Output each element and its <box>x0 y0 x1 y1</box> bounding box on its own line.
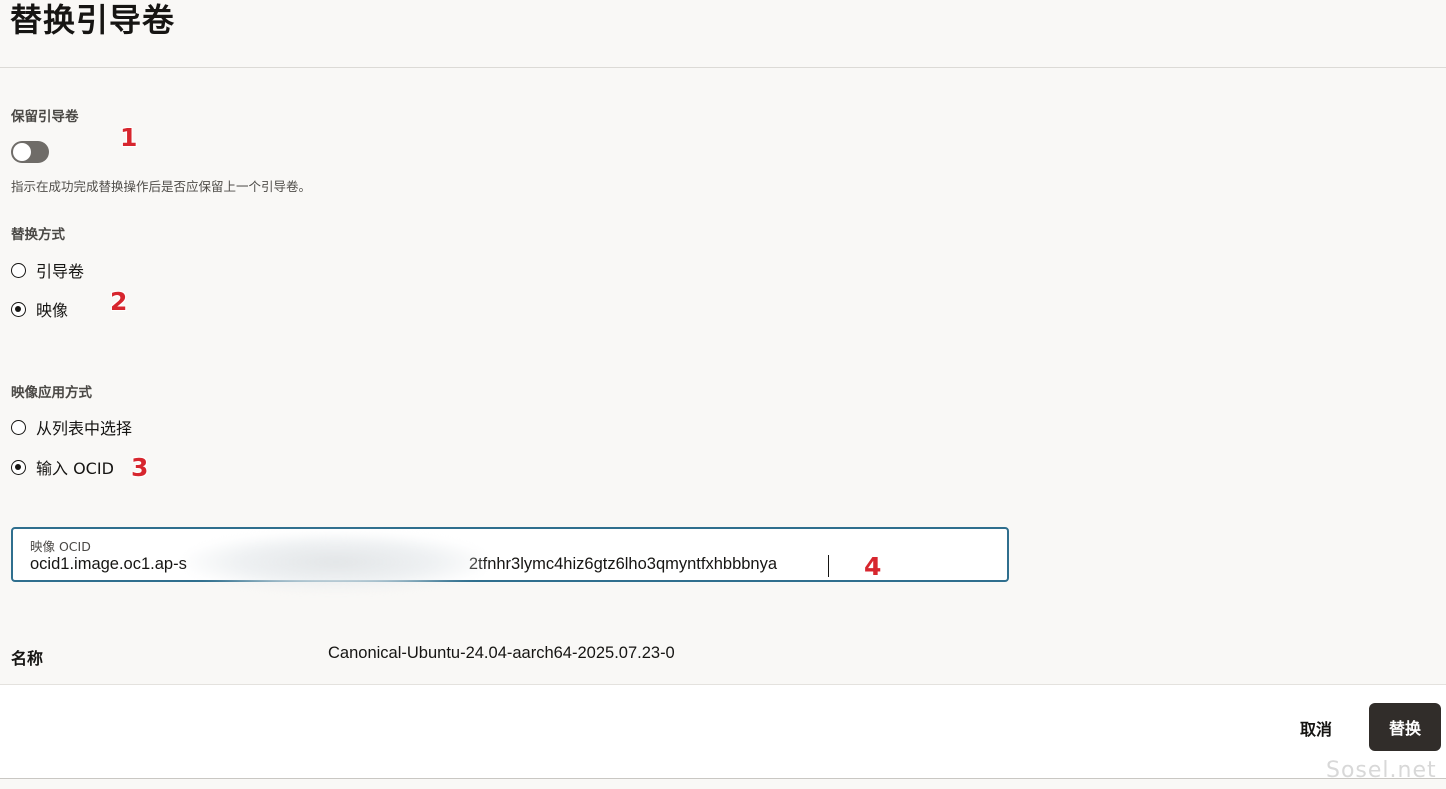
preserve-boot-volume-toggle[interactable] <box>11 141 49 163</box>
radio-option-label: 从列表中选择 <box>36 419 133 438</box>
radio-option-label: 映像 <box>36 301 69 320</box>
footer-bottom-line <box>0 778 1446 779</box>
annotation-marker-1: 1 <box>120 123 138 152</box>
annotation-marker-3: 3 <box>131 453 149 482</box>
radio-option-boot-volume[interactable]: 引导卷 <box>11 259 84 281</box>
page-title: 替换引导卷 <box>10 1 176 39</box>
dialog-footer <box>0 684 1446 779</box>
image-ocid-input[interactable]: ocid1.image.oc1.ap-s 2tfnhr3lymc4hiz6gtz6… <box>30 555 990 574</box>
radio-option-label: 输入 OCID <box>36 459 114 478</box>
annotation-marker-4: 4 <box>864 552 882 581</box>
radio-checked-icon[interactable] <box>11 301 26 317</box>
ocid-value-prefix: ocid1.image.oc1.ap-s <box>30 555 187 573</box>
ocid-value-suffix: 2tfnhr3lymc4hiz6gtz6lho3qmyntfxhbbbnya <box>468 555 778 573</box>
radio-option-enter-ocid[interactable]: 输入 OCID <box>11 456 114 478</box>
image-ocid-field[interactable]: 映像 OCID ocid1.image.oc1.ap-s 2tfnhr3lymc4… <box>11 527 1009 582</box>
radio-unchecked-icon[interactable] <box>11 262 26 278</box>
preserve-boot-volume-help: 指示在成功完成替换操作后是否应保留上一个引导卷。 <box>11 179 312 194</box>
radio-option-image[interactable]: 映像 <box>11 298 68 320</box>
radio-option-label: 引导卷 <box>36 262 85 281</box>
replace-button[interactable]: 替换 <box>1369 703 1441 751</box>
text-caret <box>828 555 829 577</box>
image-ocid-field-label: 映像 OCID <box>30 539 91 554</box>
cancel-button[interactable]: 取消 <box>1283 706 1349 750</box>
preserve-boot-volume-label: 保留引导卷 <box>11 109 79 125</box>
redaction-blur <box>186 533 486 591</box>
toggle-knob <box>13 143 31 161</box>
replace-method-label: 替换方式 <box>11 227 65 243</box>
radio-option-select-from-list[interactable]: 从列表中选择 <box>11 416 132 438</box>
image-name-value: Canonical-Ubuntu-24.04-aarch64-2025.07.2… <box>328 644 675 662</box>
radio-checked-icon[interactable] <box>11 459 26 475</box>
radio-unchecked-icon[interactable] <box>11 419 26 435</box>
annotation-marker-2: 2 <box>110 287 128 316</box>
image-apply-method-label: 映像应用方式 <box>11 385 92 401</box>
watermark: Sosel.net <box>1326 758 1437 783</box>
header-divider <box>0 67 1446 68</box>
image-name-label: 名称 <box>11 649 44 668</box>
